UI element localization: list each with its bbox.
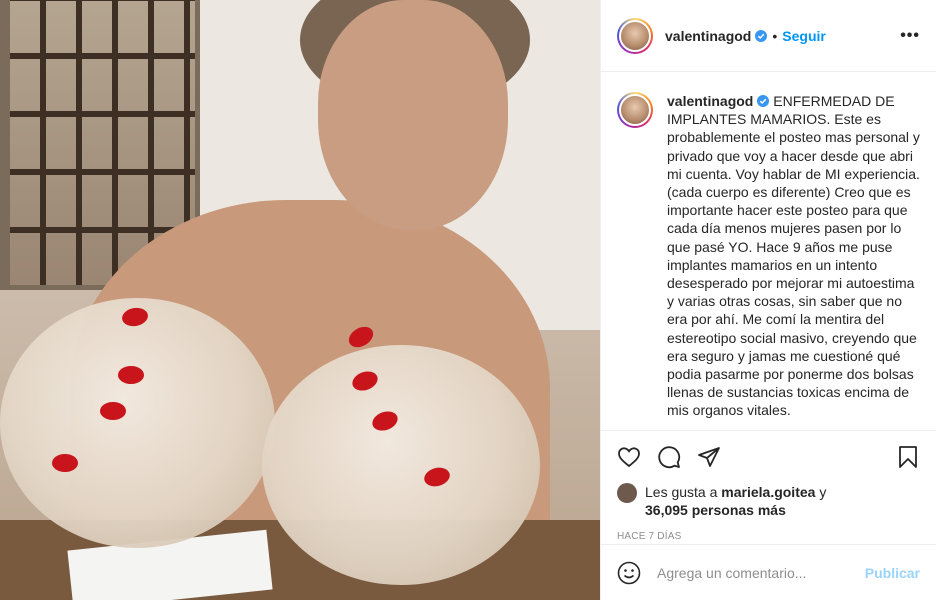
caption-text-block: valentinagod ENFERMEDAD DE IMPLANTES MAM… [667,92,920,430]
author-avatar[interactable] [617,17,653,54]
photo-nail [118,366,144,384]
caption-username[interactable]: valentinagod [667,93,753,109]
share-icon[interactable] [697,437,737,477]
comment-input[interactable] [657,564,865,581]
photo-implant-left [0,298,275,548]
bookmark-icon[interactable] [896,437,920,477]
header-separator: • [772,27,778,44]
liker-avatar[interactable] [617,483,637,503]
instagram-post-modal: valentinagod • Seguir ••• valentinagod E… [0,0,936,600]
photo-nail [52,454,78,472]
post-details-panel: valentinagod • Seguir ••• valentinagod E… [600,0,936,600]
caption-author-avatar[interactable] [617,92,653,128]
follow-button[interactable]: Seguir [782,28,826,44]
comment-bar: Publicar [601,544,936,600]
likes-summary: Les gusta a mariela.goitea y 36,095 pers… [617,483,920,519]
photo-subject-face [318,0,508,230]
post-header: valentinagod • Seguir ••• [601,0,936,72]
author-username[interactable]: valentinagod [665,28,751,44]
caption-text: ENFERMEDAD DE IMPLANTES MAMARIOS. Este e… [667,93,920,419]
emoji-icon[interactable] [617,561,641,585]
photo-nail [100,402,126,420]
post-timestamp[interactable]: HACE 7 DÍAS [617,531,920,542]
action-icon-row [617,431,920,483]
post-actions: Les gusta a mariela.goitea y 36,095 pers… [601,430,936,542]
verified-badge-icon [757,95,770,107]
post-photo[interactable] [0,0,600,600]
likes-conj: y [819,484,827,500]
post-caption: valentinagod ENFERMEDAD DE IMPLANTES MAM… [601,72,936,430]
likes-count[interactable]: 36,095 personas más [645,502,786,518]
photo-implant-right [262,345,540,585]
verified-badge-icon [755,29,768,42]
heart-icon[interactable] [617,437,657,477]
comment-icon[interactable] [657,437,697,477]
likes-prefix: Les gusta a [645,484,718,500]
liker-username[interactable]: mariela.goitea [721,484,815,500]
publish-button[interactable]: Publicar [865,565,920,581]
more-options-icon[interactable]: ••• [900,27,920,45]
